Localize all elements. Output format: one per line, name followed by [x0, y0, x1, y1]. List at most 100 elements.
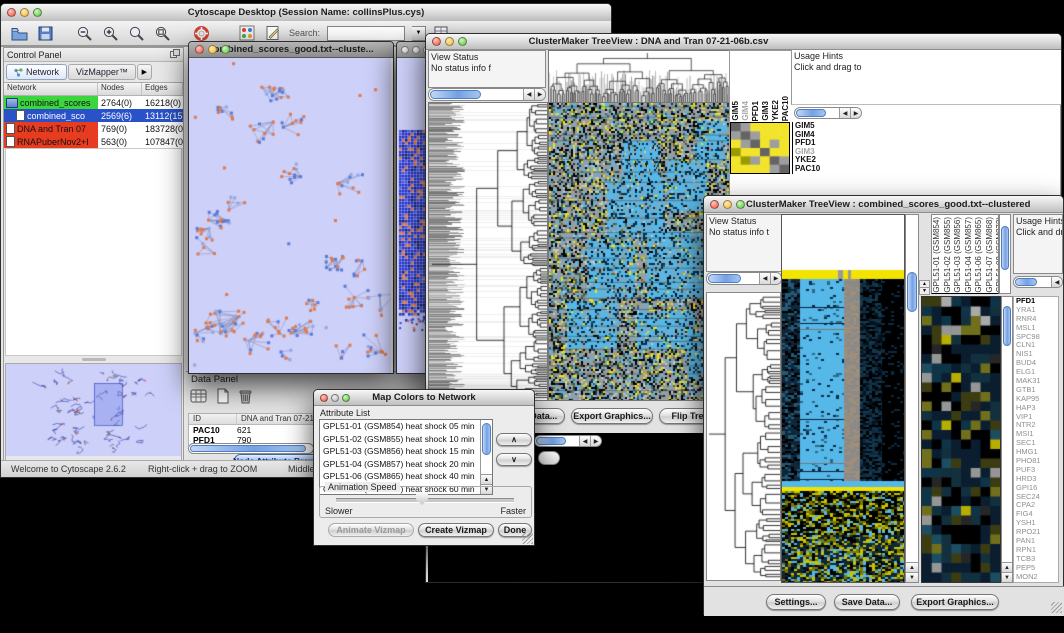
minimize-button[interactable]: [412, 46, 420, 54]
scroll-left-arrow[interactable]: ◀: [759, 273, 770, 284]
speed-slider-thumb[interactable]: [416, 492, 428, 505]
gene-label[interactable]: GTB1: [1014, 386, 1058, 395]
gene-label[interactable]: CPA2: [1014, 501, 1058, 510]
tv1-status-hscrollbar[interactable]: ◀ ▶: [428, 88, 546, 101]
scrollbar-thumb[interactable]: [190, 445, 306, 452]
minimize-button[interactable]: [445, 37, 454, 46]
gene-label[interactable]: PAN1: [1014, 537, 1058, 546]
minimize-button[interactable]: [331, 394, 339, 402]
scroll-up-arrow[interactable]: ▲: [481, 474, 492, 484]
minimize-button[interactable]: [20, 8, 29, 17]
attribute-item[interactable]: GPL51-02 (GSM855) heat shock 10 min: [320, 433, 480, 446]
tv2-labels-vscrollbar[interactable]: [999, 214, 1011, 294]
save-icon[interactable]: [36, 24, 55, 43]
gene-label[interactable]: HMG1: [1014, 448, 1058, 457]
tab-network[interactable]: Network: [6, 64, 67, 80]
move-down-button[interactable]: ∨: [496, 453, 532, 466]
gene-label[interactable]: BUD4: [1014, 359, 1058, 368]
tv1-zoom-hscrollbar[interactable]: ◀ ▶: [794, 107, 862, 119]
gene-label[interactable]: CLN1: [1014, 341, 1058, 350]
network-view-canvas[interactable]: [189, 58, 391, 373]
network-row[interactable]: combined_sco2569(6)13112(15): [4, 109, 183, 122]
scroll-right-arrow[interactable]: ▶: [590, 436, 601, 446]
gene-label[interactable]: HRD3: [1014, 475, 1058, 484]
zoom-button[interactable]: [221, 45, 230, 54]
tv1-column-dendrogram[interactable]: [548, 50, 731, 103]
tv2-global-vscrollbar[interactable]: ▲ ▼: [905, 214, 919, 583]
close-button[interactable]: [432, 37, 441, 46]
gene-label[interactable]: SPC98: [1014, 333, 1058, 342]
scrollbar-thumb[interactable]: [796, 109, 826, 117]
gene-label[interactable]: SEC24: [1014, 493, 1058, 502]
delete-attribute-icon[interactable]: [238, 388, 253, 406]
animate-vizmap-button[interactable]: Animate Vizmap: [328, 523, 414, 537]
tv2-global-heatmap[interactable]: [781, 214, 905, 583]
close-button[interactable]: [710, 200, 719, 209]
scroll-right-arrow[interactable]: ▶: [770, 273, 781, 284]
new-attribute-icon[interactable]: [216, 388, 230, 406]
search-dropdown-arrow[interactable]: ▼: [412, 26, 426, 41]
scrollbar-thumb[interactable]: [482, 423, 491, 455]
move-up-button[interactable]: ∧: [496, 433, 532, 446]
tv2-row-dendrogram[interactable]: [706, 292, 781, 581]
tab-overflow-arrow[interactable]: ▶: [137, 64, 152, 80]
row-label[interactable]: PAC10: [793, 165, 862, 174]
gene-label[interactable]: RNR4: [1014, 315, 1058, 324]
network-row[interactable]: combined_scores2764(0)16218(0): [4, 96, 183, 109]
scrollbar-thumb[interactable]: [907, 272, 917, 312]
network-overview-canvas[interactable]: [6, 364, 181, 456]
zoom-selected-icon[interactable]: [153, 24, 172, 43]
tv2-zoom-heatmap[interactable]: [921, 296, 1001, 583]
network-row[interactable]: RNAPuberNov2+I563(0)107847(0): [4, 135, 183, 148]
gene-label[interactable]: NIS1: [1014, 350, 1058, 359]
tv1-bottom-hscrollbar[interactable]: ◀ ▶: [534, 435, 602, 447]
scroll-right-arrow[interactable]: ▶: [534, 89, 545, 100]
zoom-button[interactable]: [458, 37, 467, 46]
scrollbar-thumb[interactable]: [1003, 306, 1011, 346]
gene-label[interactable]: MSL1: [1014, 324, 1058, 333]
tv2-zoom-vscrollbar[interactable]: ▲ ▼: [1001, 296, 1013, 583]
gene-label[interactable]: PFD1: [1014, 297, 1058, 306]
scroll-left-arrow[interactable]: ◀: [839, 108, 850, 118]
close-button[interactable]: [320, 394, 328, 402]
zoom-in-icon[interactable]: [101, 24, 120, 43]
tv2-usage-hscrollbar[interactable]: ◀: [1013, 276, 1063, 288]
zoom-fit-icon[interactable]: [127, 24, 146, 43]
attribute-item[interactable]: GPL51-04 (GSM857) heat shock 20 min: [320, 458, 480, 471]
zoom-out-icon[interactable]: [75, 24, 94, 43]
vizmapper-icon[interactable]: [237, 24, 256, 43]
create-vizmap-button[interactable]: Create Vizmap: [418, 523, 494, 537]
float-panel-icon[interactable]: [170, 49, 180, 60]
gene-label[interactable]: ELG1: [1014, 368, 1058, 377]
gene-label[interactable]: KAP95: [1014, 395, 1058, 404]
main-title-bar[interactable]: Cytoscape Desktop (Session Name: collins…: [1, 4, 611, 22]
scroll-up-arrow[interactable]: ▲: [906, 562, 918, 572]
scrollbar-thumb[interactable]: [1001, 226, 1009, 270]
annotation-icon[interactable]: [263, 24, 282, 43]
scroll-right-arrow[interactable]: ▶: [850, 108, 861, 118]
tv2-settings-button[interactable]: Settings...: [766, 594, 826, 610]
attribute-item[interactable]: GPL51-01 (GSM854) heat shock 05 min: [320, 420, 480, 433]
minimize-button[interactable]: [723, 200, 732, 209]
close-button[interactable]: [195, 45, 204, 54]
zoom-button[interactable]: [342, 394, 350, 402]
scroll-left-arrow[interactable]: ◀: [1051, 277, 1062, 287]
treeview1-title-bar[interactable]: ClusterMaker TreeView : DNA and Tran 07-…: [426, 34, 1061, 50]
search-input[interactable]: [327, 26, 405, 41]
scroll-left-arrow[interactable]: ◀: [523, 89, 534, 100]
gene-label[interactable]: NTR2: [1014, 421, 1058, 430]
gene-label[interactable]: YRA1: [1014, 306, 1058, 315]
resize-grip[interactable]: [1051, 602, 1062, 613]
scroll-down-arrow[interactable]: ▼: [1002, 572, 1012, 582]
gene-label[interactable]: RPN1: [1014, 546, 1058, 555]
tab-vizmapper[interactable]: VizMapper™: [68, 64, 136, 80]
gene-label[interactable]: PEP5: [1014, 564, 1058, 573]
gene-label[interactable]: SEC1: [1014, 439, 1058, 448]
scrollbar-thumb[interactable]: [708, 274, 741, 283]
tv2-spinner-arrows[interactable]: ▲ ▼: [919, 280, 930, 293]
zoom-button[interactable]: [33, 8, 42, 17]
gene-label[interactable]: VIP1: [1014, 413, 1058, 422]
tv1-partial-button[interactable]: [538, 451, 560, 465]
scroll-left-arrow[interactable]: ◀: [579, 436, 590, 446]
tv1-row-dendrogram[interactable]: [428, 102, 548, 401]
